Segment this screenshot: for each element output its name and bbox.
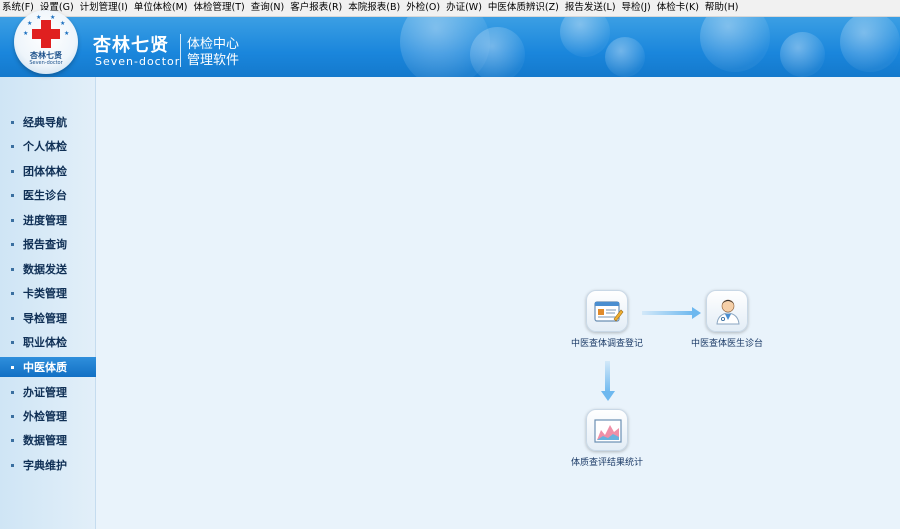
sidebar-item-label: 进度管理 bbox=[23, 214, 67, 227]
sidebar-item-label: 外检管理 bbox=[23, 410, 67, 423]
arrow-head-icon bbox=[601, 391, 615, 401]
sidebar-item-label: 字典维护 bbox=[23, 459, 67, 472]
sidebar-item-tcm-constitution[interactable]: 中医体质 bbox=[0, 357, 96, 377]
sidebar-item-label: 报告查询 bbox=[23, 238, 67, 251]
sidebar-item-label: 经典导航 bbox=[23, 116, 67, 129]
sidebar-item-data-send[interactable]: 数据发送 bbox=[0, 259, 96, 279]
bullet-icon bbox=[11, 390, 14, 394]
header-decoration bbox=[700, 17, 770, 72]
menu-bar: 系统(F) 设置(G) 计划管理(I) 单位体检(M) 体检管理(T) 查询(N… bbox=[0, 0, 900, 17]
menu-help[interactable]: 帮助(H) bbox=[703, 0, 743, 16]
sidebar-item-progress[interactable]: 进度管理 bbox=[0, 210, 96, 230]
bullet-icon bbox=[11, 169, 14, 173]
app-header: 杏林七贤 Seven-doctor 体检中心 管理软件 bbox=[0, 17, 900, 77]
menu-plan-management[interactable]: 计划管理(I) bbox=[78, 0, 132, 16]
bullet-icon bbox=[11, 291, 14, 295]
bullet-icon bbox=[11, 144, 14, 148]
sidebar-item-occupational[interactable]: 职业体检 bbox=[0, 332, 96, 352]
bullet-icon bbox=[11, 316, 14, 320]
bullet-icon bbox=[11, 267, 14, 271]
logo-star-icon: ★ bbox=[60, 20, 66, 27]
sidebar-item-doctor-desk[interactable]: 医生诊台 bbox=[0, 185, 96, 205]
red-cross-icon bbox=[32, 29, 60, 39]
header-decoration bbox=[605, 37, 645, 77]
menu-unit-checkup[interactable]: 单位体检(M) bbox=[132, 0, 192, 16]
menu-external-check[interactable]: 外检(O) bbox=[404, 0, 444, 16]
workflow-node-survey[interactable]: 中医查体调查登记 bbox=[562, 290, 652, 349]
logo-star-icon: ★ bbox=[23, 30, 29, 37]
sidebar-item-data-management[interactable]: 数据管理 bbox=[0, 430, 96, 450]
bullet-icon bbox=[11, 438, 14, 442]
survey-form-icon bbox=[586, 290, 628, 332]
brand-name: 杏林七贤 bbox=[93, 35, 169, 56]
bullet-icon bbox=[11, 218, 14, 222]
header-decoration bbox=[560, 17, 610, 57]
sidebar-item-personal-checkup[interactable]: 个人体检 bbox=[0, 136, 96, 156]
bullet-icon bbox=[11, 242, 14, 246]
brand-subtitle-2: 管理软件 bbox=[187, 53, 240, 68]
sidebar-item-card-management[interactable]: 卡类管理 bbox=[0, 283, 96, 303]
sidebar-item-group-checkup[interactable]: 团体体检 bbox=[0, 161, 96, 181]
sidebar-item-label: 团体体检 bbox=[23, 165, 67, 178]
sidebar-item-certificates[interactable]: 办证管理 bbox=[0, 382, 96, 402]
doctor-icon bbox=[706, 290, 748, 332]
sidebar-item-label: 卡类管理 bbox=[23, 287, 67, 300]
bullet-icon bbox=[11, 365, 14, 369]
bullet-icon bbox=[11, 340, 14, 344]
workflow-node-label: 中医查体调查登记 bbox=[570, 339, 643, 349]
sidebar-item-label: 数据发送 bbox=[23, 263, 67, 276]
sidebar-item-label: 办证管理 bbox=[23, 386, 67, 399]
sidebar-item-label: 中医体质 bbox=[23, 361, 67, 374]
header-decoration bbox=[470, 27, 525, 77]
bullet-icon bbox=[11, 120, 14, 124]
brand-divider bbox=[180, 34, 181, 67]
menu-tcm-constitution[interactable]: 中医体质辨识(Z) bbox=[486, 0, 563, 16]
workflow-canvas: 中医查体调查登记 中医查体医生诊台 体质查评结果统计 bbox=[97, 77, 900, 529]
logo: ★ ★ ★ ★ ★ ★ 杏林七贤 Seven-doctor bbox=[14, 10, 78, 74]
workflow-node-label: 体质查评结果统计 bbox=[570, 458, 643, 468]
menu-query[interactable]: 查询(N) bbox=[249, 0, 289, 16]
sidebar-item-label: 个人体检 bbox=[23, 140, 67, 153]
sidebar-item-guided-check[interactable]: 导检管理 bbox=[0, 308, 96, 328]
sidebar-item-label: 职业体检 bbox=[23, 336, 67, 349]
brand-english: Seven-doctor bbox=[95, 55, 181, 68]
chart-statistics-icon bbox=[586, 409, 628, 451]
menu-checkup-card[interactable]: 体检卡(K) bbox=[655, 0, 703, 16]
header-decoration bbox=[780, 32, 825, 77]
logo-star-icon: ★ bbox=[64, 30, 70, 37]
workflow-node-statistics[interactable]: 体质查评结果统计 bbox=[562, 409, 652, 468]
logo-subtitle: Seven-doctor bbox=[29, 60, 63, 66]
sidebar-item-external-check[interactable]: 外检管理 bbox=[0, 406, 96, 426]
sidebar-item-dictionary[interactable]: 字典维护 bbox=[0, 455, 96, 475]
workflow-arrow-down bbox=[605, 361, 610, 393]
bullet-icon bbox=[11, 414, 14, 418]
menu-checkup-management[interactable]: 体检管理(T) bbox=[192, 0, 249, 16]
bullet-icon bbox=[11, 193, 14, 197]
menu-report-send[interactable]: 报告发送(L) bbox=[563, 0, 620, 16]
menu-guided-check[interactable]: 导检(J) bbox=[620, 0, 655, 16]
sidebar-item-label: 导检管理 bbox=[23, 312, 67, 325]
sidebar-item-report-query[interactable]: 报告查询 bbox=[0, 234, 96, 254]
workflow-node-doctor-desk[interactable]: 中医查体医生诊台 bbox=[682, 290, 772, 349]
logo-star-icon: ★ bbox=[27, 20, 33, 27]
sidebar-item-classic-nav[interactable]: 经典导航 bbox=[0, 112, 96, 132]
header-decoration bbox=[840, 17, 900, 72]
workflow-node-label: 中医查体医生诊台 bbox=[690, 339, 763, 349]
bullet-icon bbox=[11, 463, 14, 467]
sidebar: 经典导航 个人体检 团体体检 医生诊台 进度管理 报告查询 数据发送 卡类管理 … bbox=[0, 77, 96, 529]
sidebar-item-label: 数据管理 bbox=[23, 434, 67, 447]
menu-certificates[interactable]: 办证(W) bbox=[444, 0, 486, 16]
menu-customer-reports[interactable]: 客户报表(R) bbox=[288, 0, 346, 16]
sidebar-item-label: 医生诊台 bbox=[23, 189, 67, 202]
menu-hospital-reports[interactable]: 本院报表(B) bbox=[346, 0, 404, 16]
